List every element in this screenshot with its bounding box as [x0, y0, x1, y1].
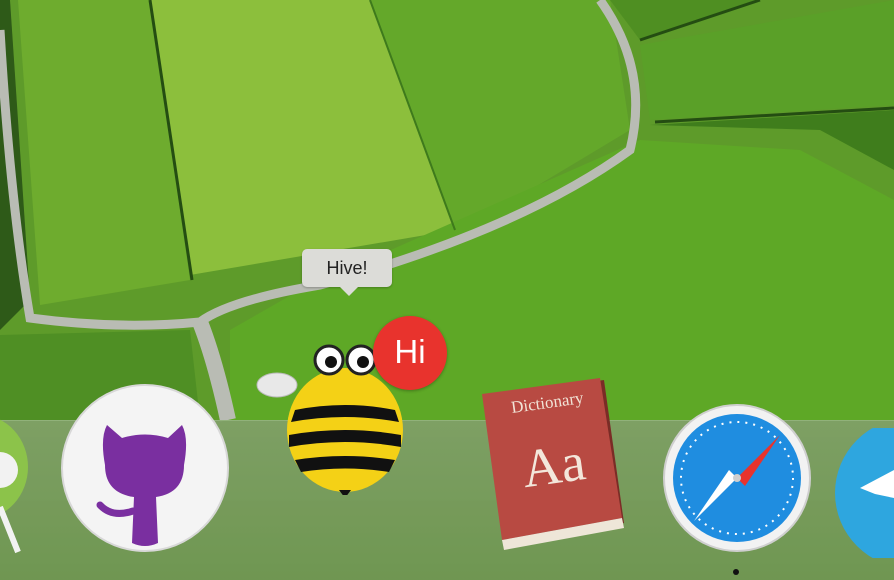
- dock-item-android-studio[interactable]: [0, 412, 32, 562]
- dictionary-letters: Aa: [518, 431, 589, 499]
- dock-item-dictionary[interactable]: Dictionary Aa: [476, 378, 626, 553]
- dock-item-safari[interactable]: [662, 403, 812, 553]
- dock-item-telegram[interactable]: [835, 419, 894, 567]
- github-desktop-icon: [61, 384, 229, 552]
- badge-text: Hi: [394, 333, 426, 370]
- android-studio-icon: [0, 419, 28, 554]
- telegram-icon: [835, 419, 894, 567]
- hive-tooltip: Hive!: [302, 249, 392, 296]
- dock-item-github-desktop[interactable]: [60, 383, 230, 553]
- safari-icon: [663, 404, 811, 552]
- notification-badge: Hi: [373, 316, 447, 390]
- hive-tooltip-text: Hive!: [326, 258, 368, 278]
- safari-running-indicator: [733, 569, 739, 575]
- dictionary-icon: Dictionary Aa: [482, 378, 624, 550]
